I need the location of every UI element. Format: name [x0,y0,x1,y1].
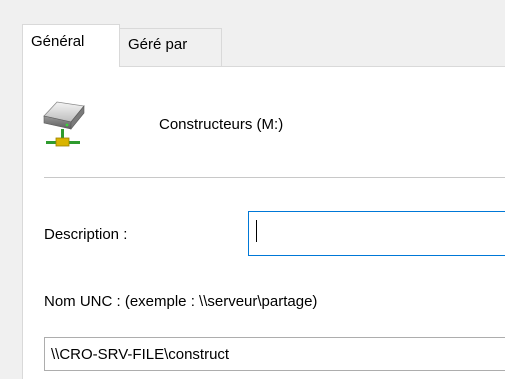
tab-gere-par-label: Géré par [128,36,188,53]
network-drive-icon [43,101,85,147]
tab-general[interactable]: Général [22,24,120,67]
drive-name: Constructeurs (M:) [159,116,284,133]
unc-label: Nom UNC : (exemple : \\serveur\partage) [44,293,318,310]
tab-general-label: Général [31,32,85,50]
separator [44,177,505,178]
tab-strip: Géré par Général [0,0,505,67]
description-input[interactable] [248,211,505,256]
description-label: Description : [44,226,128,243]
tab-gere-par[interactable]: Géré par [119,28,222,66]
text-caret [256,220,257,242]
unc-input[interactable] [44,337,505,371]
